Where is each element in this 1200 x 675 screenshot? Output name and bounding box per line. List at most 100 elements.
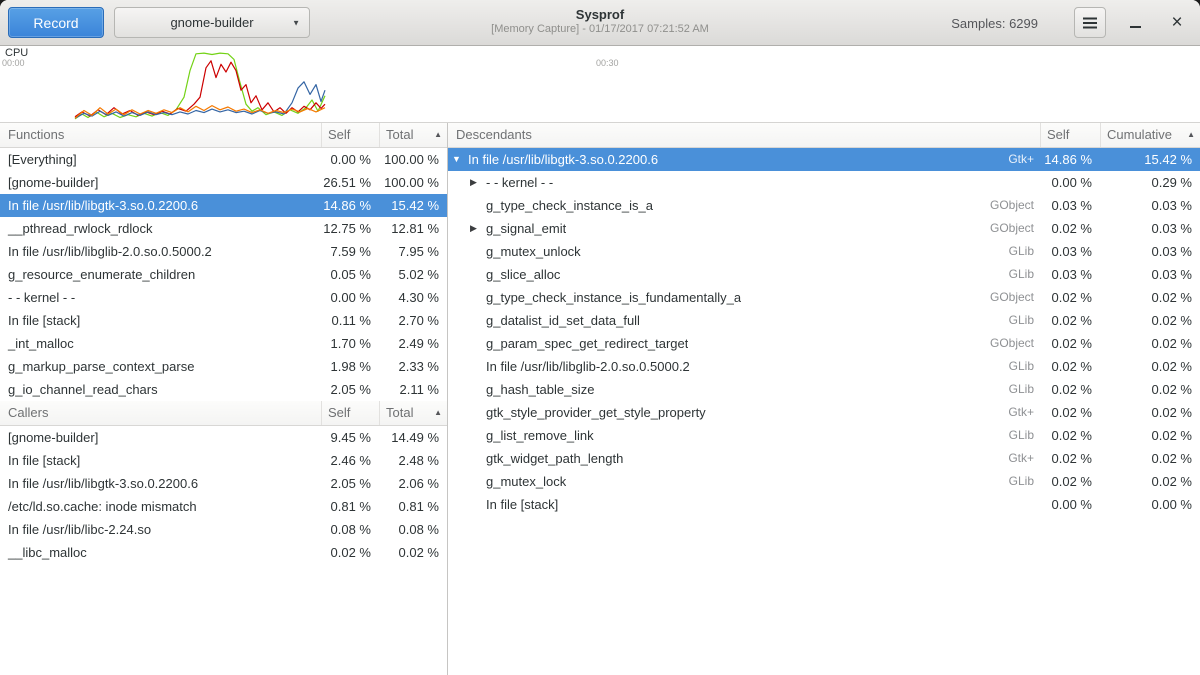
library-badge: Gtk+ [998,447,1040,470]
minimize-button[interactable] [1118,7,1152,38]
tree-row[interactable]: gtk_style_provider_get_style_propertyGtk… [448,401,1200,424]
function-name: g_list_remove_link [486,424,594,447]
table-row[interactable]: [Everything]0.00 %100.00 % [0,148,447,171]
record-button[interactable]: Record [8,7,104,38]
function-name: In file [stack] [0,309,321,332]
callers-column-header[interactable]: Callers [0,401,321,425]
table-row[interactable]: In file /usr/lib/libc-2.24.so0.08 %0.08 … [0,518,447,541]
samples-count: Samples: 6299 [951,0,1038,46]
table-row[interactable]: In file /usr/lib/libgtk-3.so.0.2200.62.0… [0,472,447,495]
self-value: 2.46 % [321,449,379,472]
expander-icon[interactable]: ▼ [452,148,468,171]
total-value: 4.30 % [379,286,447,309]
library-badge: GObject [980,217,1040,240]
sort-indicator-icon: ▲ [1187,123,1195,147]
tree-row[interactable]: g_hash_table_sizeGLib0.02 %0.02 % [448,378,1200,401]
tree-row[interactable]: g_mutex_lockGLib0.02 %0.02 % [448,470,1200,493]
descendants-column-header[interactable]: Descendants [448,123,1040,147]
total-value: 0.81 % [379,495,447,518]
function-name: g_param_spec_get_redirect_target [486,332,688,355]
function-name: _int_malloc [0,332,321,355]
self-value: 2.05 % [321,378,379,401]
table-row[interactable]: __libc_malloc0.02 %0.02 % [0,541,447,564]
table-row[interactable]: /etc/ld.so.cache: inode mismatch0.81 %0.… [0,495,447,518]
callers-total-column-header[interactable]: Total ▲ [379,401,447,425]
self-value: 2.05 % [321,472,379,495]
tree-row[interactable]: g_mutex_unlockGLib0.03 %0.03 % [448,240,1200,263]
function-name: g_mutex_unlock [486,240,581,263]
table-row[interactable]: __pthread_rwlock_rdlock12.75 %12.81 % [0,217,447,240]
tree-row-name-area: ▶- - kernel - - [448,171,1040,194]
tree-row[interactable]: ▼In file /usr/lib/libgtk-3.so.0.2200.6Gt… [448,148,1200,171]
self-value: 0.02 % [1040,332,1100,355]
function-name: g_type_check_instance_is_a [486,194,653,217]
expander-icon[interactable]: ▶ [470,217,486,240]
headerbar: Record gnome-builder ▼ Sysprof [Memory C… [0,0,1200,46]
total-value: 2.48 % [379,449,447,472]
table-row[interactable]: g_resource_enumerate_children0.05 %5.02 … [0,263,447,286]
sort-indicator-icon: ▲ [434,123,442,147]
table-row[interactable]: - - kernel - -0.00 %4.30 % [0,286,447,309]
function-name: /etc/ld.so.cache: inode mismatch [0,495,321,518]
cumulative-column-header[interactable]: Cumulative ▲ [1100,123,1200,147]
tree-row-name-area: g_mutex_unlockGLib [448,240,1040,263]
table-row[interactable]: [gnome-builder]9.45 %14.49 % [0,426,447,449]
function-name: g_type_check_instance_is_fundamentally_a [486,286,741,309]
total-value: 5.02 % [379,263,447,286]
table-row[interactable]: g_io_channel_read_chars2.05 %2.11 % [0,378,447,401]
self-value: 0.81 % [321,495,379,518]
minimize-icon [1130,26,1141,28]
cumulative-value: 0.02 % [1100,447,1200,470]
total-value: 100.00 % [379,148,447,171]
table-row[interactable]: In file [stack]2.46 %2.48 % [0,449,447,472]
tree-row[interactable]: g_slice_allocGLib0.03 %0.03 % [448,263,1200,286]
tree-row[interactable]: g_list_remove_linkGLib0.02 %0.02 % [448,424,1200,447]
profile-target-dropdown[interactable]: gnome-builder ▼ [114,7,310,38]
tree-indent [448,205,470,206]
functions-column-header[interactable]: Functions [0,123,321,147]
close-button[interactable]: × [1160,7,1194,38]
descendants-self-column-header[interactable]: Self [1040,123,1100,147]
cpu-graph-area[interactable]: CPU 00:00 00:30 [0,46,1200,123]
tree-row[interactable]: g_param_spec_get_redirect_targetGObject0… [448,332,1200,355]
self-value: 1.70 % [321,332,379,355]
cumulative-value: 0.02 % [1100,355,1200,378]
function-name: [gnome-builder] [0,426,321,449]
left-panel: Functions Self Total ▲ [Everything]0.00 … [0,123,448,675]
function-name: gtk_widget_path_length [486,447,623,470]
functions-self-column-header[interactable]: Self [321,123,379,147]
tree-row[interactable]: In file /usr/lib/libglib-2.0.so.0.5000.2… [448,355,1200,378]
tree-row[interactable]: In file [stack]0.00 %0.00 % [448,493,1200,516]
self-value: 0.02 % [321,541,379,564]
tree-row[interactable]: g_type_check_instance_is_fundamentally_a… [448,286,1200,309]
table-row[interactable]: g_markup_parse_context_parse1.98 %2.33 % [0,355,447,378]
table-row[interactable]: In file /usr/lib/libgtk-3.so.0.2200.614.… [0,194,447,217]
function-name: - - kernel - - [486,171,553,194]
tree-indent [448,389,470,390]
tree-row[interactable]: g_type_check_instance_is_aGObject0.03 %0… [448,194,1200,217]
expander-icon[interactable]: ▶ [470,171,486,194]
library-badge: GObject [980,194,1040,217]
cumulative-value: 0.02 % [1100,286,1200,309]
tree-row[interactable]: gtk_widget_path_lengthGtk+0.02 %0.02 % [448,447,1200,470]
menu-button[interactable] [1074,7,1106,38]
library-badge: Gtk+ [998,148,1040,171]
library-badge: GLib [999,309,1040,332]
table-row[interactable]: In file [stack]0.11 %2.70 % [0,309,447,332]
callers-self-column-header[interactable]: Self [321,401,379,425]
functions-total-column-header[interactable]: Total ▲ [379,123,447,147]
self-value: 0.00 % [1040,171,1100,194]
table-row[interactable]: [gnome-builder]26.51 %100.00 % [0,171,447,194]
self-value: 14.86 % [321,194,379,217]
function-name: - - kernel - - [0,286,321,309]
table-row[interactable]: In file /usr/lib/libglib-2.0.so.0.5000.2… [0,240,447,263]
tree-row[interactable]: ▶g_signal_emitGObject0.02 %0.03 % [448,217,1200,240]
cumulative-value: 0.00 % [1100,493,1200,516]
table-row[interactable]: _int_malloc1.70 %2.49 % [0,332,447,355]
function-name: g_resource_enumerate_children [0,263,321,286]
main-content: Functions Self Total ▲ [Everything]0.00 … [0,123,1200,675]
tree-row[interactable]: ▶- - kernel - -0.00 %0.29 % [448,171,1200,194]
tree-row[interactable]: g_datalist_id_set_data_fullGLib0.02 %0.0… [448,309,1200,332]
tree-indent [448,435,470,436]
total-value: 0.08 % [379,518,447,541]
